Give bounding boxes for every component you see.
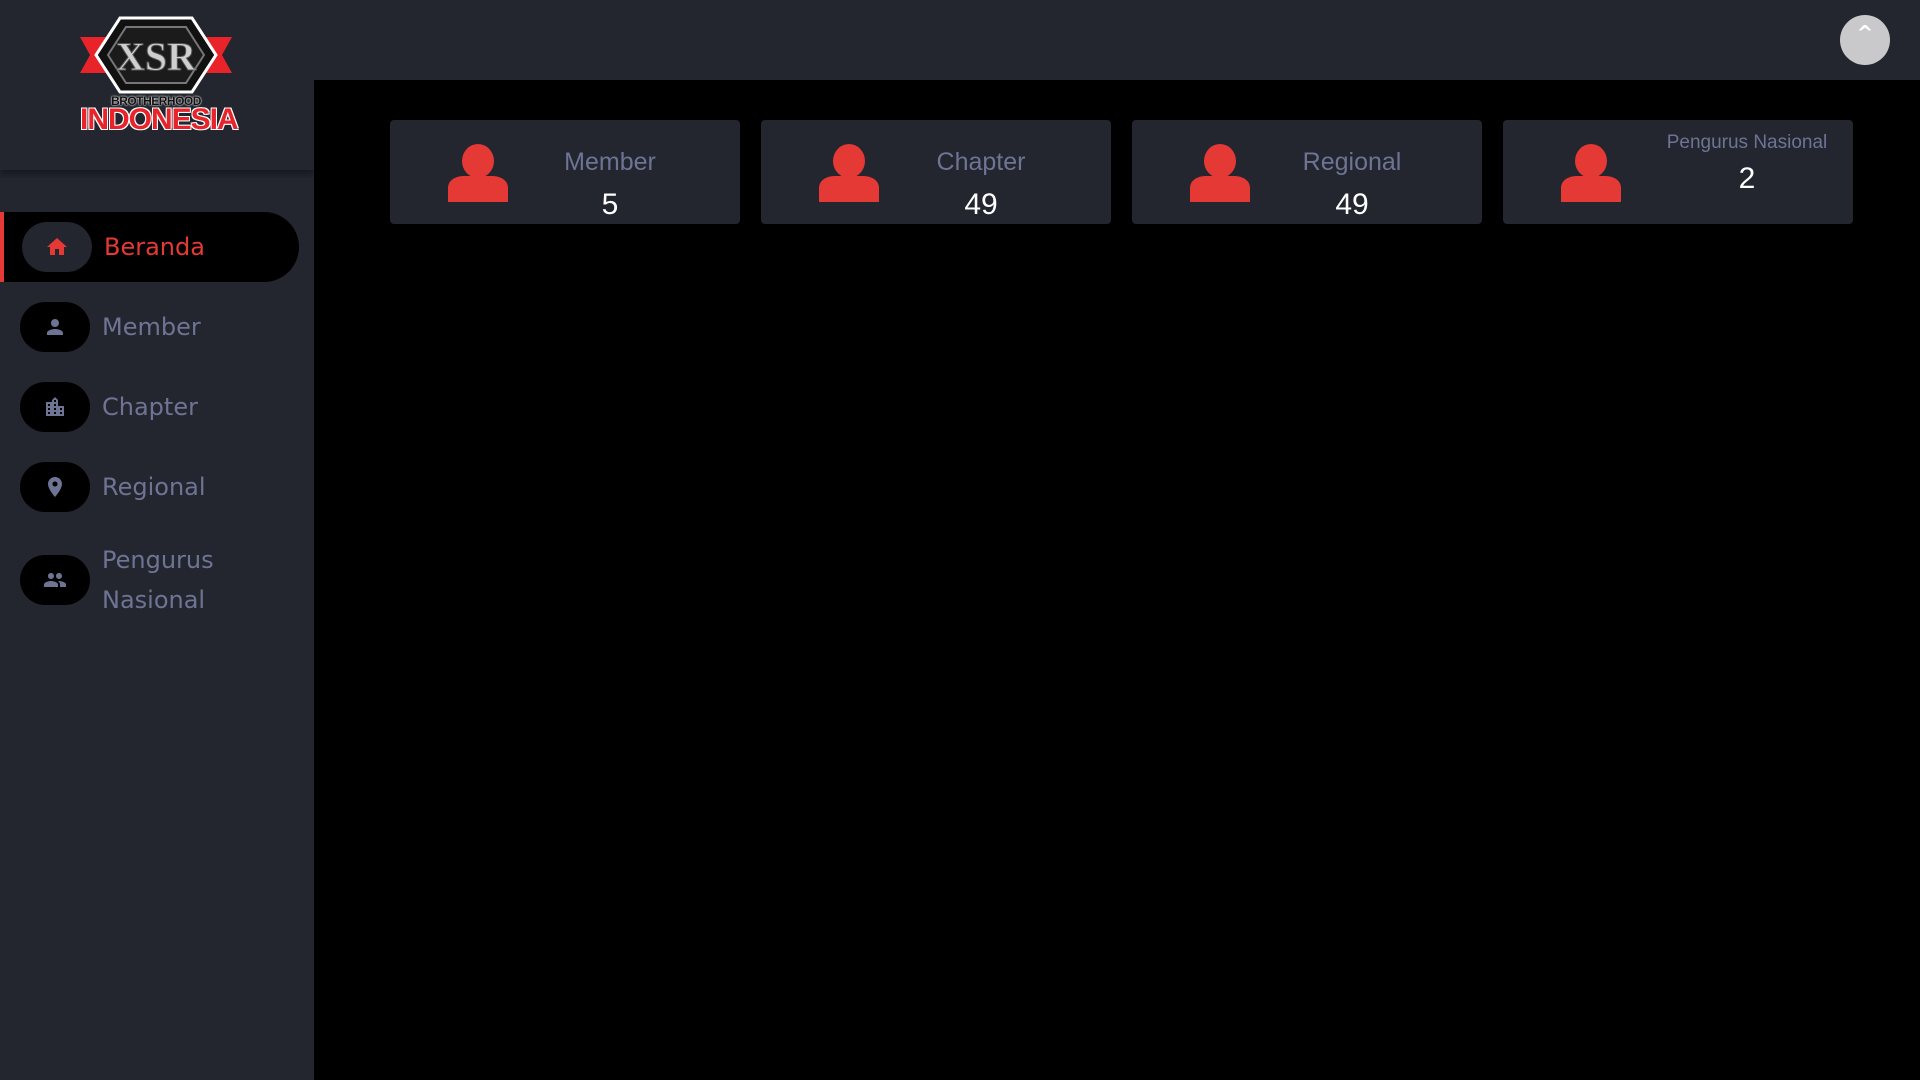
- stat-value: 5: [601, 188, 619, 221]
- sidebar: XSR BROTHERHOOD INDONESIA Beranda Member: [0, 0, 314, 1080]
- brand-logo[interactable]: XSR BROTHERHOOD INDONESIA: [80, 15, 239, 141]
- stat-title: Regional: [1302, 148, 1402, 176]
- sidebar-item-label: Beranda: [104, 233, 205, 261]
- stat-card-regional[interactable]: Regional 49: [1132, 120, 1482, 224]
- sidebar-item-pengurus-nasional[interactable]: Pengurus Nasional: [0, 532, 314, 628]
- logo-emblem: XSR: [80, 16, 232, 94]
- person-icon: [1561, 144, 1621, 202]
- person-icon: [20, 302, 90, 352]
- stat-title: Chapter: [936, 148, 1026, 176]
- location-pin-icon: [20, 462, 90, 512]
- sidebar-item-label: Regional: [102, 473, 206, 501]
- logo-badge-text: XSR: [116, 34, 197, 79]
- building-icon: [20, 382, 90, 432]
- sidebar-item-regional[interactable]: Regional: [0, 452, 314, 522]
- app: XSR BROTHERHOOD INDONESIA Beranda Member: [0, 0, 1920, 1080]
- sidebar-item-beranda[interactable]: Beranda: [0, 212, 299, 282]
- home-icon: [22, 222, 92, 272]
- stats-cards: Member 5 Chapter 49 Regional 49 Pengurus…: [390, 120, 1853, 224]
- stat-card-member[interactable]: Member 5: [390, 120, 740, 224]
- person-icon: [448, 144, 508, 202]
- sidebar-item-member[interactable]: Member: [0, 292, 314, 362]
- sidebar-item-label: Member: [102, 313, 201, 341]
- stat-card-chapter[interactable]: Chapter 49: [761, 120, 1111, 224]
- stat-title: Member: [564, 148, 656, 176]
- stat-value: 2: [1738, 162, 1756, 195]
- topbar: ^: [314, 0, 1920, 80]
- sidebar-item-label: Chapter: [102, 393, 198, 421]
- logo-area: XSR BROTHERHOOD INDONESIA: [0, 0, 314, 170]
- sidebar-nav: Beranda Member Chapter Regional Pengurus…: [0, 212, 314, 638]
- sidebar-item-chapter[interactable]: Chapter: [0, 372, 314, 442]
- sidebar-item-label: Pengurus Nasional: [102, 546, 214, 614]
- stat-title: Pengurus Nasional: [1666, 132, 1828, 153]
- scroll-to-top-button[interactable]: ^: [1840, 15, 1890, 65]
- stat-value: 49: [964, 188, 998, 221]
- person-icon: [1190, 144, 1250, 202]
- logo-line2: INDONESIA: [80, 103, 239, 136]
- stat-value: 49: [1335, 188, 1369, 221]
- person-icon: [819, 144, 879, 202]
- stat-card-pengurus-nasional[interactable]: Pengurus Nasional 2: [1503, 120, 1853, 224]
- group-icon: [20, 555, 90, 605]
